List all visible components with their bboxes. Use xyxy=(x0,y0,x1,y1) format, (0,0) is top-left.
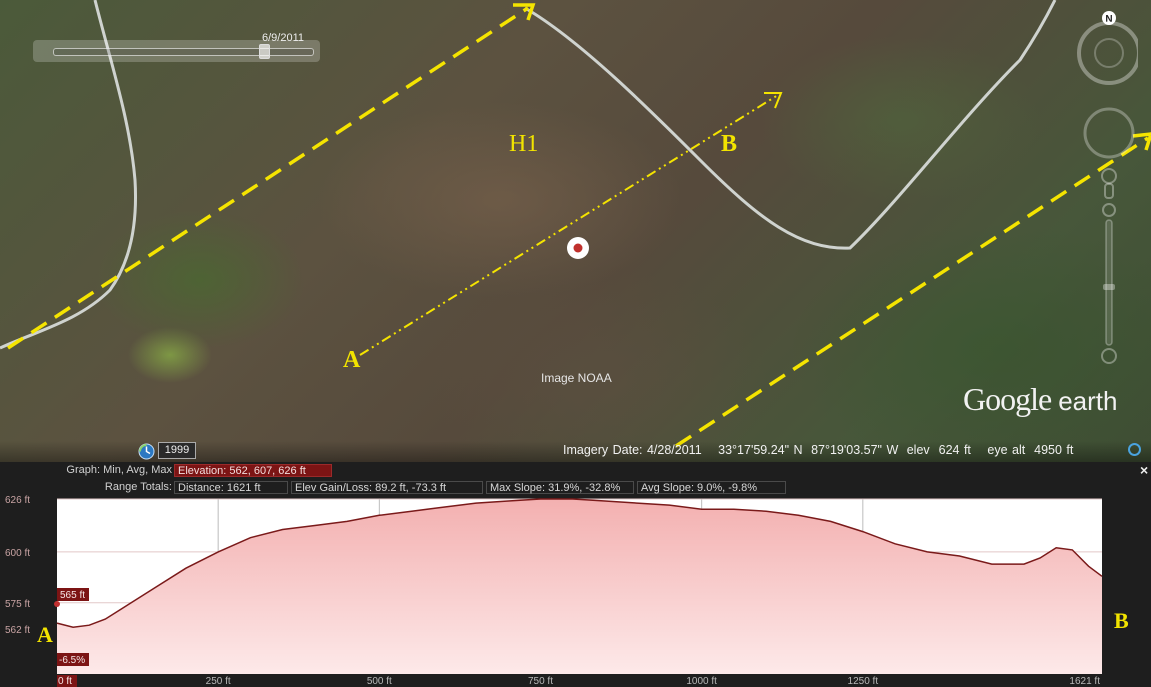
cursor-slope-text: -6.5% xyxy=(59,655,85,666)
x-tick-label: 250 ft xyxy=(206,676,231,687)
time-slider[interactable]: 6/9/2011 xyxy=(33,32,320,62)
zoom-slider-knob[interactable] xyxy=(1103,284,1115,290)
y-axis-ticks: 562 ft 575 ft 600 ft 626 ft xyxy=(5,495,30,636)
time-slider-date: 6/9/2011 xyxy=(262,32,305,44)
label-a: A xyxy=(343,347,361,373)
x-tick-label: 0 ft xyxy=(58,676,72,687)
time-slider-track[interactable] xyxy=(53,48,314,56)
label-h1: H1 xyxy=(509,131,539,157)
imagery-date: Imagery Date: 4/28/2011 xyxy=(563,443,702,457)
label-b: B xyxy=(721,131,738,157)
zoom-slider-track[interactable] xyxy=(1105,219,1113,346)
x-tick-label: 1621 ft xyxy=(1069,676,1100,687)
navigation-controls[interactable]: N xyxy=(1072,8,1138,378)
cursor-elevation-text: 565 ft xyxy=(60,590,85,601)
y-tick-label: 575 ft xyxy=(5,599,30,610)
time-slider-knob[interactable] xyxy=(259,44,270,59)
x-tick-label: 1250 ft xyxy=(848,676,879,687)
look-ring-icon[interactable] xyxy=(1077,21,1138,85)
profile-arrow-b xyxy=(764,92,783,109)
eye-altitude: eye alt 4950 ft xyxy=(987,443,1074,457)
street-view-icon[interactable] xyxy=(1101,168,1117,184)
y-tick-label: 600 ft xyxy=(5,548,30,559)
longitude: 87°19'03.57" W xyxy=(811,443,899,457)
status-readout: Imagery Date: 4/28/2011 33°17'59.24" N 8… xyxy=(563,443,1073,457)
streaming-status-icon xyxy=(1128,443,1141,456)
graph-label: Graph: Min, Avg, Max xyxy=(66,464,172,476)
historical-imagery-year[interactable]: 1999 xyxy=(158,442,196,459)
x-axis-ticks: 0 ft 250 ft 500 ft 750 ft 1000 ft 1250 ft 1621… xyxy=(57,675,1100,687)
y-tick-label: 562 ft xyxy=(5,625,30,636)
elevation-readout: elev 624 ft xyxy=(906,443,971,457)
x-tick-label: 1000 ft xyxy=(686,676,717,687)
latitude: 33°17'59.24" N xyxy=(718,443,803,457)
image-credit: Image NOAA xyxy=(541,371,612,385)
move-ring-icon[interactable] xyxy=(1083,107,1135,159)
profile-path-ab xyxy=(359,94,779,356)
look-joystick-icon[interactable] xyxy=(1094,38,1124,68)
profile-end-label: B xyxy=(1114,608,1129,633)
elevation-profile-chart[interactable]: 562 ft 575 ft 600 ft 626 ft 0 ft 250 ft 500 f… xyxy=(0,493,1151,687)
center-marker-dot xyxy=(573,243,583,253)
google-earth-logo: Google earth xyxy=(963,381,1118,417)
range-totals-label: Range Totals: xyxy=(104,481,172,493)
street-view-body-icon xyxy=(1104,183,1114,199)
zoom-in-icon[interactable] xyxy=(1102,203,1116,217)
y-tick-label: 626 ft xyxy=(5,495,30,506)
profile-start-label: A xyxy=(37,622,53,647)
close-profile-icon[interactable]: × xyxy=(1140,463,1148,477)
map-view[interactable]: H1 A B 6/9/2011 N Image NOAA Google eart… xyxy=(0,0,1151,462)
historical-imagery-clock-icon[interactable] xyxy=(138,443,155,460)
x-tick-label: 500 ft xyxy=(367,676,392,687)
road-right xyxy=(524,0,1057,250)
zoom-out-icon[interactable] xyxy=(1101,348,1117,364)
cursor-marker[interactable] xyxy=(54,601,60,607)
elevation-stats-box[interactable]: Elevation: 562, 607, 626 ft xyxy=(174,464,332,477)
x-tick-label: 750 ft xyxy=(528,676,553,687)
